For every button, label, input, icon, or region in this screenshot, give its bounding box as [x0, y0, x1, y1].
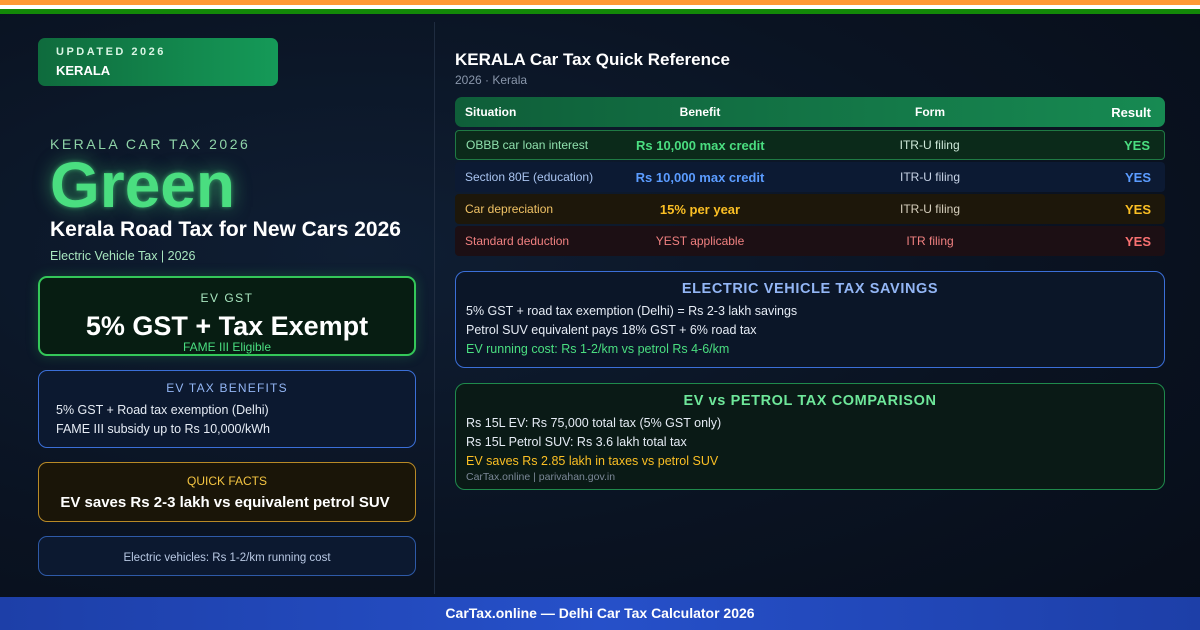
comparison-line: EV saves Rs 2.85 lakh in taxes vs petrol…	[466, 454, 719, 468]
ev-savings-line: EV running cost: Rs 1-2/km vs petrol Rs …	[466, 342, 730, 356]
cell-benefit: Rs 10,000 max credit	[635, 169, 765, 185]
ev-gst-value: 5% GST + Tax Exempt	[85, 311, 369, 341]
page-subtitle: Electric Vehicle Tax | 2026	[50, 249, 196, 263]
ev-savings-line: Petrol SUV equivalent pays 18% GST + 6% …	[466, 323, 757, 337]
ev-gst-note: FAME III Eligible	[182, 340, 272, 354]
cell-form: ITR-U filing	[899, 138, 960, 152]
cell-form: ITR-U filing	[899, 170, 960, 184]
comparison-line: Rs 15L Petrol SUV: Rs 3.6 lakh total tax	[466, 435, 687, 449]
source-credit: CarTax.online | parivahan.gov.in	[466, 471, 616, 483]
comparison-line: Rs 15L EV: Rs 75,000 total tax (5% GST o…	[466, 416, 722, 430]
cell-benefit: YEST applicable	[655, 234, 745, 248]
cell-result: YES	[1124, 169, 1151, 185]
table-row: OBBB car loan interest Rs 10,000 max cre…	[455, 130, 1165, 160]
cell-situation: OBBB car loan interest	[466, 138, 589, 152]
table-row: Car depreciation 15% per year ITR-U fili…	[455, 194, 1165, 224]
ev-benefits-label: EV TAX BENEFITS	[166, 381, 288, 395]
running-cost-card: Electric vehicles: Rs 1-2/km running cos…	[38, 536, 416, 576]
column-divider	[434, 22, 435, 594]
column-header-benefit: Benefit	[679, 105, 721, 119]
quick-facts-value: EV saves Rs 2-3 lakh vs equivalent petro…	[60, 494, 390, 511]
reference-table: Situation Benefit Form Result OBBB car l…	[455, 97, 1165, 256]
quick-facts-card: QUICK FACTS EV saves Rs 2-3 lakh vs equi…	[38, 462, 416, 522]
page-title: Kerala Road Tax for New Cars 2026	[50, 218, 401, 241]
footer-text: CarTax.online — Delhi Car Tax Calculator…	[445, 605, 755, 621]
table-row: Standard deduction YEST applicable ITR f…	[455, 226, 1165, 256]
ev-savings-heading: ELECTRIC VEHICLE TAX SAVINGS	[681, 281, 939, 297]
ev-benefit-line: 5% GST + Road tax exemption (Delhi)	[56, 403, 269, 417]
cell-situation: Section 80E (education)	[465, 170, 594, 184]
cell-result: YES	[1124, 233, 1151, 249]
updated-badge: UPDATED 2026 KERALA	[38, 38, 278, 86]
column-header-form: Form	[915, 105, 945, 119]
reference-subtitle: 2026 · Kerala	[455, 73, 528, 87]
cell-situation: Car depreciation	[465, 202, 554, 216]
ev-benefit-line: FAME III subsidy up to Rs 10,000/kWh	[56, 422, 270, 436]
table-header: Situation Benefit Form Result	[455, 97, 1165, 127]
flag-green-band	[0, 9, 1200, 14]
ev-benefits-card: EV TAX BENEFITS 5% GST + Road tax exempt…	[38, 370, 416, 448]
badge-state-label: KERALA	[56, 63, 111, 78]
cell-benefit: Rs 10,000 max credit	[635, 137, 765, 153]
cell-situation: Standard deduction	[465, 234, 570, 248]
footer-banner: CarTax.online — Delhi Car Tax Calculator…	[0, 597, 1200, 630]
badge-updated-label: UPDATED 2026	[56, 46, 166, 58]
ev-gst-label: EV GST	[200, 291, 254, 305]
ev-savings-panel: ELECTRIC VEHICLE TAX SAVINGS 5% GST + ro…	[455, 271, 1165, 368]
reference-title: KERALA Car Tax Quick Reference	[455, 50, 730, 69]
column-header-situation: Situation	[465, 105, 517, 119]
hero-word: Green	[50, 149, 235, 221]
ev-savings-line: 5% GST + road tax exemption (Delhi) = Rs…	[466, 304, 798, 318]
column-header-result: Result	[1111, 104, 1151, 120]
cell-result: YES	[1124, 201, 1151, 217]
table-row: Section 80E (education) Rs 10,000 max cr…	[455, 162, 1165, 192]
cell-form: ITR filing	[906, 234, 954, 248]
cell-form: ITR-U filing	[899, 202, 960, 216]
india-flag-stripe	[0, 0, 1200, 14]
comparison-panel: EV vs PETROL TAX COMPARISON Rs 15L EV: R…	[455, 383, 1165, 490]
ev-gst-card: EV GST 5% GST + Tax Exempt FAME III Elig…	[38, 276, 416, 356]
running-cost-text: Electric vehicles: Rs 1-2/km running cos…	[123, 552, 331, 564]
cell-result: YES	[1123, 137, 1150, 153]
comparison-heading: EV vs PETROL TAX COMPARISON	[683, 393, 937, 409]
cell-benefit: 15% per year	[659, 201, 741, 217]
quick-facts-label: QUICK FACTS	[186, 474, 267, 488]
